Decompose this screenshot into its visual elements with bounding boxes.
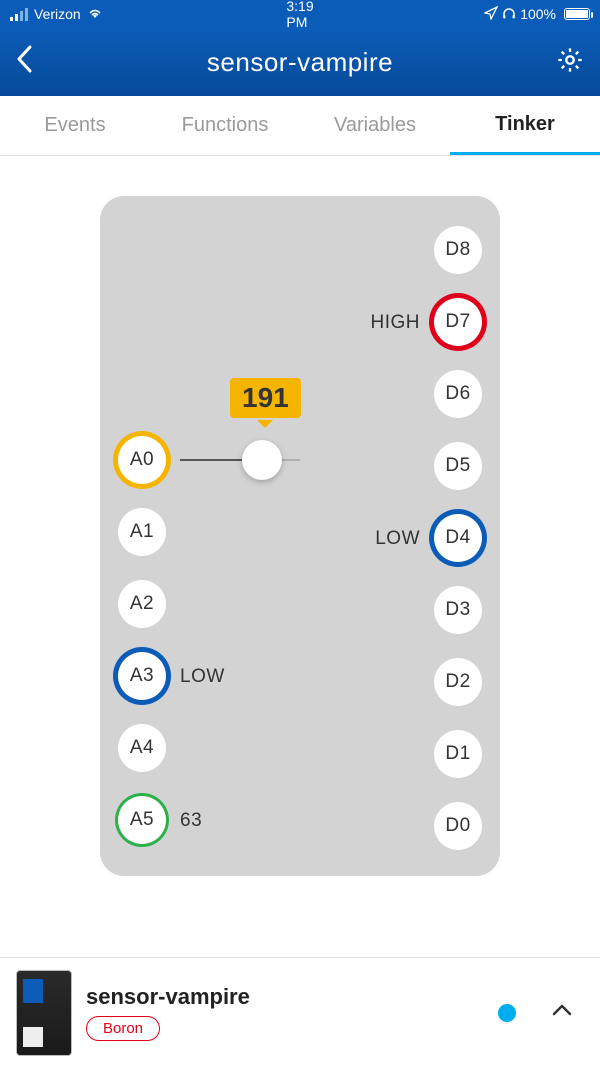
tinker-board-area: D8 D7 HIGH D6 D5 D4 LOW D3 D2 D1 D0 A0 A1 A2 A3 LOW A4 A5… [0, 156, 600, 896]
wifi-icon [87, 6, 103, 22]
pin-d1[interactable]: D1 [434, 730, 482, 778]
status-bar: Verizon 3:19 PM 100% [0, 0, 600, 28]
battery-pct-label: 100% [520, 6, 556, 22]
tab-functions[interactable]: Functions [150, 96, 300, 155]
pin-d8[interactable]: D8 [434, 226, 482, 274]
pin-d0[interactable]: D0 [434, 802, 482, 850]
pin-d2[interactable]: D2 [434, 658, 482, 706]
online-status-dot [498, 1004, 516, 1022]
page-title: sensor-vampire [46, 47, 554, 78]
pin-d6[interactable]: D6 [434, 370, 482, 418]
pin-a5-value: 63 [180, 810, 202, 832]
pin-a3[interactable]: A3 [118, 652, 166, 700]
tinker-board: D8 D7 HIGH D6 D5 D4 LOW D3 D2 D1 D0 A0 A1 A2 A3 LOW A4 A5… [100, 196, 500, 876]
device-footer[interactable]: sensor-vampire Boron [0, 957, 600, 1067]
location-icon [484, 6, 498, 23]
headphones-icon [502, 6, 516, 23]
pin-a5[interactable]: A5 [118, 796, 166, 844]
tab-events[interactable]: Events [0, 96, 150, 155]
a0-slider-value: 191 [230, 378, 301, 418]
carrier-label: Verizon [34, 6, 81, 22]
pin-d7[interactable]: D7 [434, 298, 482, 346]
pin-a2[interactable]: A2 [118, 580, 166, 628]
pin-a4[interactable]: A4 [118, 724, 166, 772]
pin-a3-value: LOW [180, 666, 225, 688]
clock-label: 3:19 PM [286, 0, 313, 30]
back-button[interactable] [16, 45, 46, 80]
tab-tinker[interactable]: Tinker [450, 96, 600, 155]
a0-slider-track-remainder [282, 459, 300, 461]
pin-a0[interactable]: A0 [118, 436, 166, 484]
expand-footer-button[interactable] [550, 998, 574, 1027]
a0-slider-thumb[interactable] [242, 440, 282, 480]
pin-a1[interactable]: A1 [118, 508, 166, 556]
pin-d5[interactable]: D5 [434, 442, 482, 490]
tab-variables[interactable]: Variables [300, 96, 450, 155]
pin-d4[interactable]: D4 [434, 514, 482, 562]
tab-bar: Events Functions Variables Tinker [0, 96, 600, 156]
pin-d4-value: LOW [375, 528, 420, 550]
pin-d7-value: HIGH [371, 312, 421, 334]
device-name-label: sensor-vampire [86, 984, 484, 1010]
device-type-badge: Boron [86, 1016, 160, 1041]
header: sensor-vampire [0, 28, 600, 96]
device-thumbnail [16, 970, 72, 1056]
pin-d3[interactable]: D3 [434, 586, 482, 634]
battery-icon [560, 8, 590, 20]
signal-icon [10, 8, 28, 21]
settings-button[interactable] [554, 46, 584, 79]
